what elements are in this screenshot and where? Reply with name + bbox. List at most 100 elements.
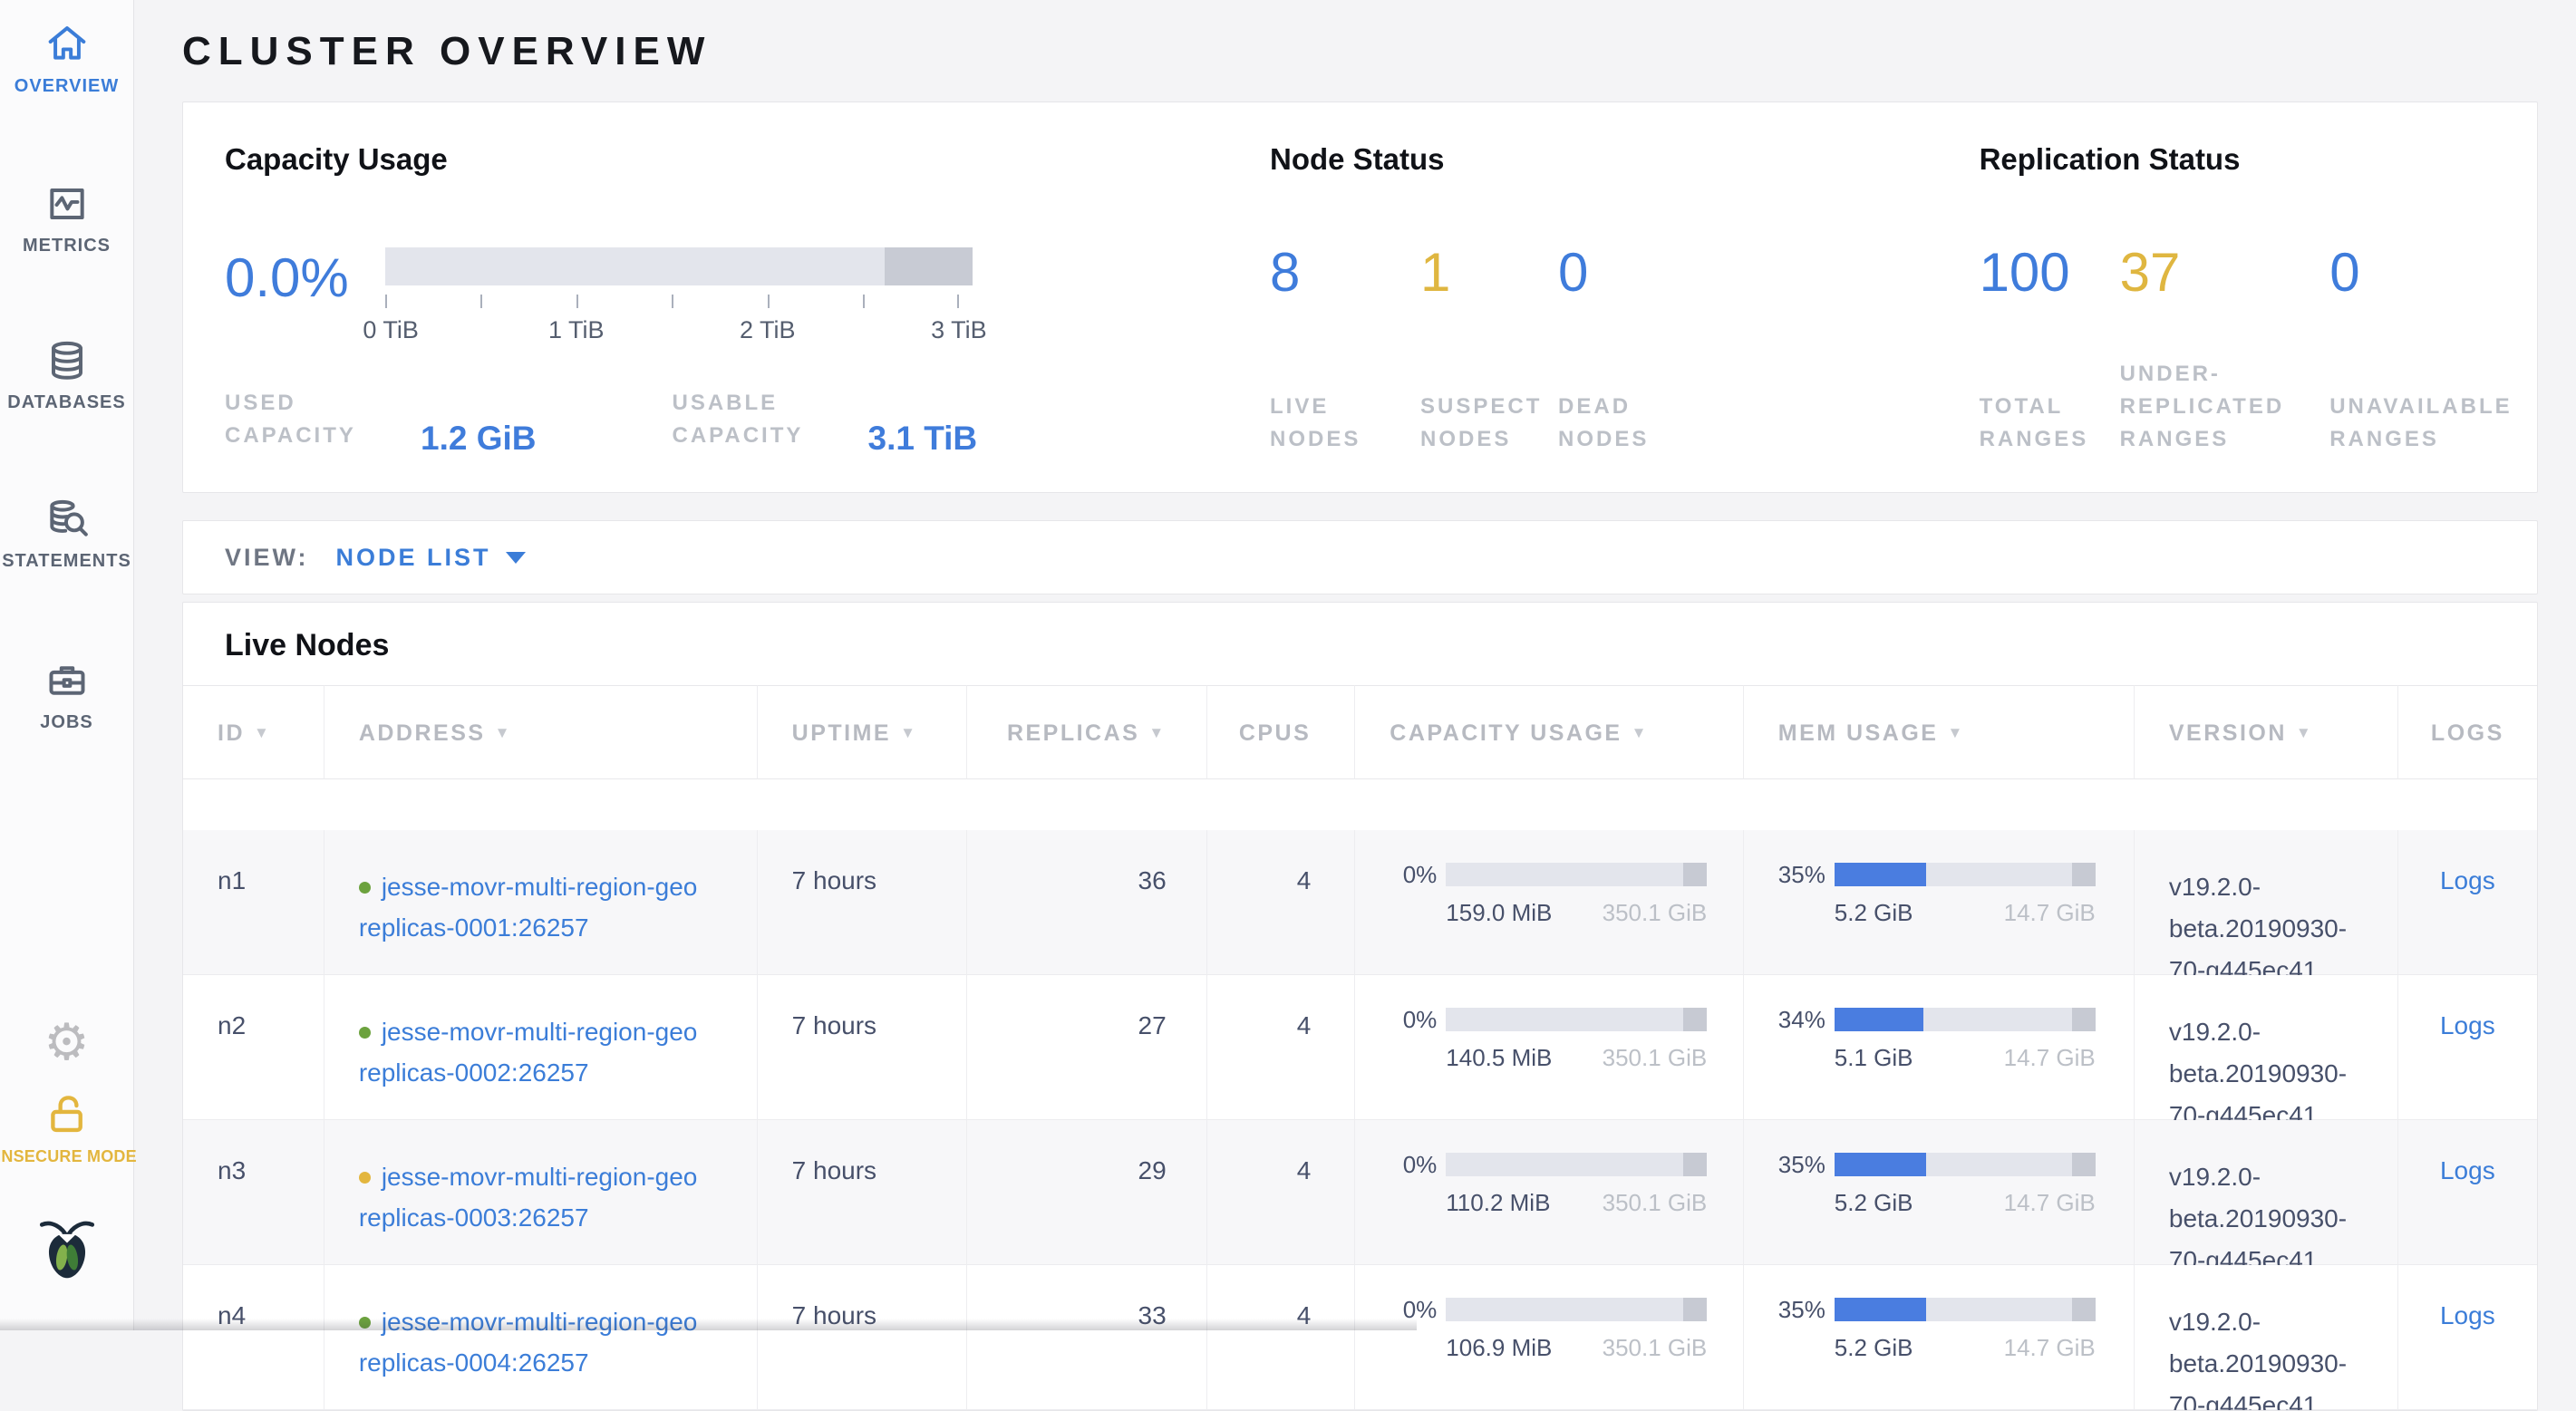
sidebar-item-metrics[interactable]: METRICS [0, 181, 133, 256]
node-mem-usage-cell: 35% 5.2 GiB14.7 GiB [1744, 830, 2135, 975]
sidebar: OVERVIEW METRICS DATABASES STATEMENTS [0, 0, 134, 1330]
column-header-id[interactable]: ID▼ [183, 685, 324, 779]
view-dropdown[interactable]: NODE LIST [336, 544, 491, 572]
used-capacity-label: USED CAPACITY [225, 387, 406, 452]
sidebar-item-settings[interactable]: ⚙ [0, 1017, 133, 1068]
live-nodes-value: 8 [1270, 246, 1420, 300]
mem-percent-label: 35% [1778, 863, 1825, 886]
node-health-dot [359, 1027, 371, 1039]
sidebar-item-statements[interactable]: STATEMENTS [0, 497, 133, 572]
node-mem-usage-cell: 35% 5.2 GiB14.7 GiB [1744, 1120, 2135, 1265]
mem-percent-label: 35% [1778, 1298, 1825, 1321]
total-ranges-value: 100 [1980, 246, 2120, 300]
node-address-cell: jesse-movr-multi-region-georeplicas-0003… [324, 1120, 758, 1265]
logs-link[interactable]: Logs [2440, 1011, 2495, 1039]
insecure-mode-badge[interactable]: INSECURE MODE [0, 1091, 133, 1166]
unavailable-ranges-stat: 0 UNAVAILABLE RANGES [2329, 246, 2537, 456]
column-header-uptime[interactable]: UPTIME▼ [758, 685, 967, 779]
total-ranges-label: TOTAL RANGES [1980, 391, 2088, 456]
usable-capacity-label: USABLE CAPACITY [673, 387, 854, 452]
sidebar-item-overview[interactable]: OVERVIEW [0, 22, 133, 97]
statements-search-icon [44, 497, 90, 542]
capacity-gauge-reserved-segment [885, 247, 973, 285]
node-mem-usage-cell: 35% 5.2 GiB14.7 GiB [1744, 1265, 2135, 1410]
usable-capacity-stat: USABLE CAPACITY 3.1 TiB [673, 387, 978, 452]
node-address-cell: jesse-movr-multi-region-georeplicas-0001… [324, 830, 758, 975]
column-header-version[interactable]: VERSION▼ [2135, 685, 2398, 779]
node-id-cell: n4 [183, 1265, 324, 1410]
live-nodes-card: Live Nodes ID▼ ADDRESS▼ UPTIME▼ REPLICAS… [182, 602, 2538, 1411]
column-header-mem-usage[interactable]: MEM USAGE▼ [1744, 685, 2135, 779]
node-address-link[interactable]: jesse-movr-multi-region-georeplicas-0002… [359, 1018, 730, 1093]
logs-link[interactable]: Logs [2440, 1156, 2495, 1184]
used-capacity-stat: USED CAPACITY 1.2 GiB [225, 387, 537, 452]
node-cpus-cell: 4 [1207, 830, 1356, 975]
sidebar-item-label: JOBS [40, 712, 92, 733]
column-header-replicas[interactable]: REPLICAS▼ [967, 685, 1207, 779]
under-replicated-ranges-label: UNDER-REPLICATED RANGES [2120, 358, 2319, 456]
capacity-gauge-bar [385, 247, 973, 285]
dead-nodes-value: 0 [1558, 246, 1667, 300]
capacity-gauge-axis-labels: 0 TiB 1 TiB 2 TiB 3 TiB [385, 316, 959, 345]
node-version-cell: v19.2.0-beta.20190930-70-g445ec41 [2135, 975, 2398, 1120]
node-version-cell: v19.2.0-beta.20190930-70-g445ec41 [2135, 1120, 2398, 1265]
sidebar-item-databases[interactable]: DATABASES [0, 338, 133, 413]
live-nodes-title: Live Nodes [183, 603, 2537, 685]
node-id-cell: n2 [183, 975, 324, 1120]
chevron-down-icon[interactable] [506, 552, 526, 564]
node-cpus-cell: 4 [1207, 1265, 1356, 1410]
node-replicas-cell: 27 [967, 975, 1207, 1120]
metrics-icon [44, 181, 90, 227]
node-health-dot [359, 1172, 371, 1184]
node-address-link[interactable]: jesse-movr-multi-region-georeplicas-0001… [359, 873, 730, 948]
capacity-percent-label: 0% [1390, 863, 1437, 886]
used-capacity-value: 1.2 GiB [421, 421, 537, 455]
node-status-section: Node Status 8 LIVE NODES 1 SUSPECT NODES… [1228, 102, 1938, 492]
mem-percent-label: 35% [1778, 1153, 1825, 1176]
logs-link[interactable]: Logs [2440, 866, 2495, 894]
cockroachdb-logo[interactable] [0, 1211, 133, 1285]
node-status-title: Node Status [1270, 142, 1938, 177]
suspect-nodes-stat: 1 SUSPECT NODES [1420, 246, 1558, 456]
mem-bar [1835, 1008, 2096, 1031]
sidebar-item-jobs[interactable]: JOBS [0, 658, 133, 733]
replication-status-section: Replication Status 100 TOTAL RANGES 37 U… [1938, 102, 2537, 492]
capacity-percent-label: 0% [1390, 1153, 1437, 1176]
node-mem-usage-cell: 34% 5.1 GiB14.7 GiB [1744, 975, 2135, 1120]
column-header-cpus[interactable]: CPUS [1207, 685, 1356, 779]
cockroach-bug-icon [34, 1211, 101, 1285]
live-nodes-table: ID▼ ADDRESS▼ UPTIME▼ REPLICAS▼ CPUS CAPA… [183, 685, 2537, 1410]
sidebar-item-label: OVERVIEW [15, 76, 119, 97]
node-id-cell: n3 [183, 1120, 324, 1265]
node-address-cell: jesse-movr-multi-region-georeplicas-0002… [324, 975, 758, 1120]
node-address-link[interactable]: jesse-movr-multi-region-georeplicas-0003… [359, 1163, 730, 1238]
under-replicated-ranges-stat: 37 UNDER-REPLICATED RANGES [2120, 246, 2330, 456]
column-header-address[interactable]: ADDRESS▼ [324, 685, 758, 779]
capacity-bar [1446, 1298, 1707, 1321]
capacity-percent-label: 0% [1390, 1008, 1437, 1031]
node-uptime-cell: 7 hours [758, 1120, 967, 1265]
capacity-gauge: 0.0% 0 TiB 1 TiB 2 TiB 3 TiB [225, 247, 1228, 345]
column-header-logs: LOGS [2398, 685, 2537, 779]
capacity-usage-title: Capacity Usage [225, 142, 1228, 177]
node-version-cell: v19.2.0-beta.20190930-70-g445ec41 [2135, 1265, 2398, 1410]
mem-bar [1835, 1153, 2096, 1176]
node-address-cell: jesse-movr-multi-region-georeplicas-0004… [324, 1265, 758, 1410]
sidebar-item-label: METRICS [23, 236, 111, 256]
insecure-mode-label: INSECURE MODE [0, 1147, 137, 1166]
node-replicas-cell: 36 [967, 830, 1207, 975]
node-logs-cell: Logs [2398, 1265, 2537, 1410]
sort-icon: ▼ [2296, 724, 2313, 741]
gear-icon: ⚙ [44, 1017, 89, 1068]
node-capacity-usage-cell: 0% 110.2 MiB350.1 GiB [1355, 1120, 1744, 1265]
logs-link[interactable]: Logs [2440, 1301, 2495, 1329]
node-capacity-usage-cell: 0% 159.0 MiB350.1 GiB [1355, 830, 1744, 975]
unlocked-padlock-icon [44, 1091, 91, 1138]
mem-bar [1835, 1298, 2096, 1321]
mem-percent-label: 34% [1778, 1008, 1825, 1031]
sort-icon: ▼ [495, 724, 512, 741]
capacity-bar [1446, 863, 1707, 886]
column-header-capacity-usage[interactable]: CAPACITY USAGE▼ [1355, 685, 1744, 779]
node-uptime-cell: 7 hours [758, 830, 967, 975]
node-capacity-usage-cell: 0% 140.5 MiB350.1 GiB [1355, 975, 1744, 1120]
